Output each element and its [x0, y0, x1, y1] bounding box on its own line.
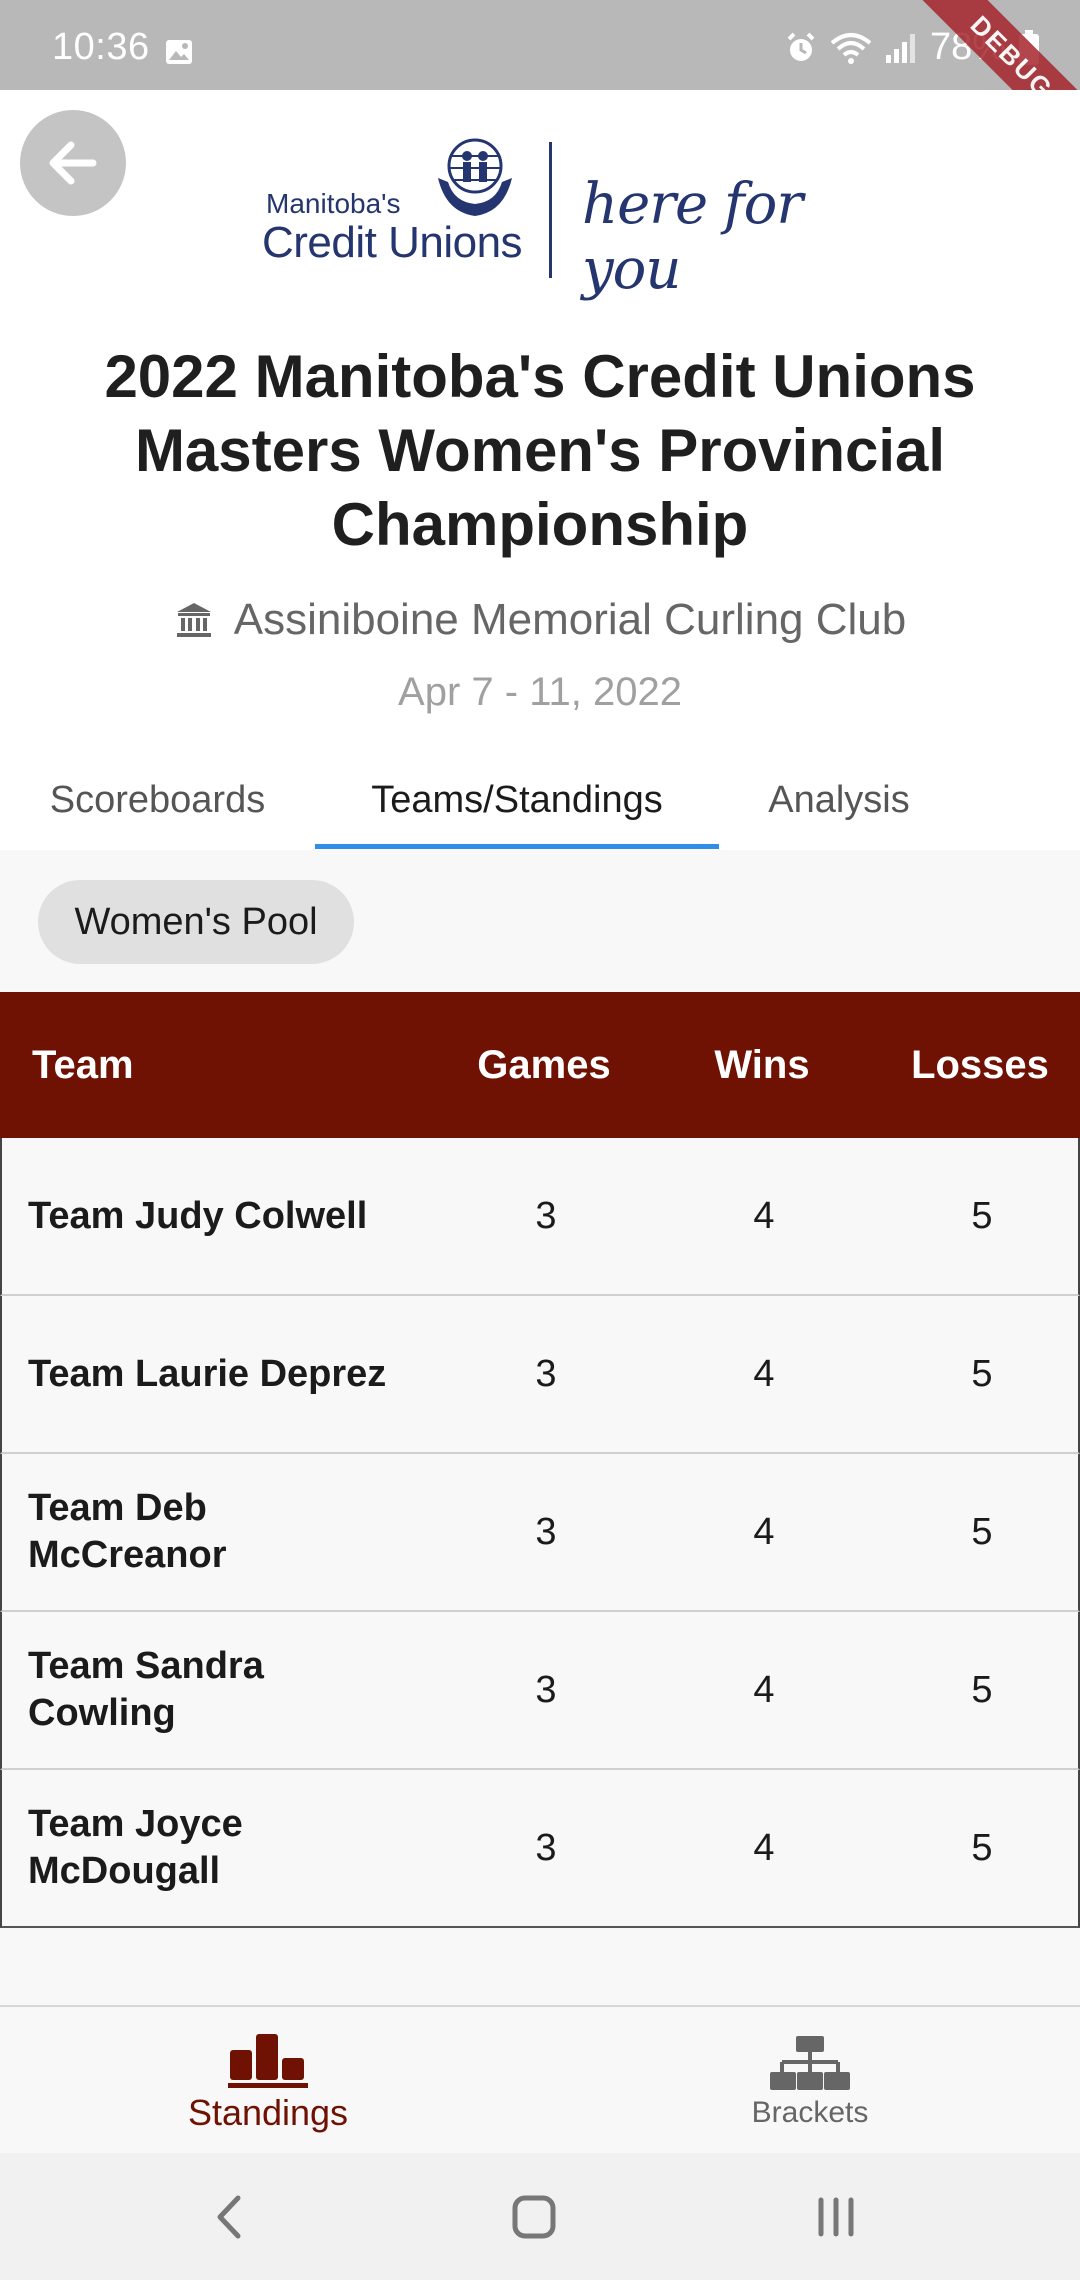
- system-recents-button[interactable]: [796, 2179, 876, 2255]
- logo-small-text: Manitoba's: [266, 188, 401, 219]
- credit-union-hands-icon: [438, 138, 512, 216]
- event-header: Manitoba's Credit Unions here for you 20…: [0, 90, 1080, 850]
- logo-main-text: Credit Unions: [262, 218, 523, 267]
- pool-filter-chip[interactable]: Women's Pool: [38, 880, 354, 964]
- tab-bar: Scoreboards Teams/Standings Analysis: [0, 750, 1080, 850]
- back-button[interactable]: [20, 110, 126, 216]
- games-value: 3: [535, 1510, 557, 1553]
- column-header-team: Team: [32, 1042, 134, 1087]
- team-name: Team Deb McCreanor: [28, 1487, 227, 1576]
- status-time: 10:36: [52, 26, 150, 68]
- system-back-button[interactable]: [190, 2179, 270, 2255]
- chevron-left-icon: [217, 2195, 241, 2239]
- status-bar: 10:36 78% DEBUG: [0, 0, 1080, 166]
- team-name: Team Sandra Cowling: [28, 1645, 264, 1734]
- table-row[interactable]: Team Judy Colwell 3 4 5: [0, 1138, 1080, 1296]
- games-value: 3: [535, 1352, 557, 1395]
- wifi-icon: [830, 32, 872, 64]
- table-row[interactable]: Team Deb McCreanor 3 4 5: [0, 1454, 1080, 1612]
- losses-value: 5: [971, 1194, 993, 1237]
- logo-tagline: here for you: [582, 172, 803, 302]
- wins-value: 4: [753, 1194, 775, 1237]
- table-header: Team Games Wins Losses: [0, 992, 1080, 1138]
- team-name: Team Judy Colwell: [28, 1194, 368, 1237]
- podium-icon: [228, 2034, 308, 2088]
- standings-table: Team Games Wins Losses Team Judy Colwell…: [0, 992, 1080, 1928]
- building-icon: [176, 603, 211, 637]
- bottom-nav: Standings Brackets: [0, 2005, 1080, 2153]
- nav-label-standings: Standings: [187, 2092, 349, 2133]
- wins-value: 4: [753, 1352, 775, 1395]
- games-value: 3: [535, 1194, 557, 1237]
- page-title: 2022 Manitoba's Credit Unions Masters Wo…: [104, 343, 976, 558]
- games-value: 3: [535, 1668, 557, 1711]
- losses-value: 5: [971, 1826, 993, 1869]
- signal-icon: [885, 33, 915, 63]
- losses-value: 5: [971, 1352, 993, 1395]
- recent-apps-icon: [818, 2197, 854, 2237]
- losses-value: 5: [971, 1668, 993, 1711]
- tab-analysis[interactable]: Analysis: [719, 750, 959, 850]
- table-row[interactable]: Team Joyce McDougall 3 4 5: [0, 1770, 1080, 1928]
- bracket-tree-icon: [770, 2036, 850, 2090]
- alarm-icon: [787, 32, 815, 61]
- nav-label-brackets: Brackets: [751, 2096, 869, 2129]
- logo-divider: [549, 142, 552, 278]
- system-nav-bar: [0, 2153, 1080, 2280]
- arrow-left-icon: [49, 141, 97, 185]
- games-value: 3: [535, 1826, 557, 1869]
- table-row[interactable]: Team Laurie Deprez 3 4 5: [0, 1296, 1080, 1454]
- home-square-icon: [512, 2195, 556, 2239]
- wins-value: 4: [753, 1826, 775, 1869]
- venue-row: Assiniboine Memorial Curling Club: [0, 595, 1080, 645]
- wins-value: 4: [753, 1668, 775, 1711]
- team-name: Team Joyce McDougall: [28, 1803, 243, 1892]
- sponsor-logo: Manitoba's Credit Unions here for you: [262, 138, 822, 302]
- event-dates: Apr 7 - 11, 2022: [398, 670, 682, 714]
- team-name: Team Laurie Deprez: [28, 1352, 387, 1395]
- venue-name: Assiniboine Memorial Curling Club: [233, 595, 907, 644]
- nav-brackets[interactable]: Brackets: [660, 2007, 960, 2153]
- column-header-games: Games: [477, 1042, 611, 1087]
- system-home-button[interactable]: [494, 2179, 574, 2255]
- losses-value: 5: [971, 1510, 993, 1553]
- image-icon: [166, 40, 192, 64]
- tab-scoreboards[interactable]: Scoreboards: [0, 750, 315, 850]
- column-header-wins: Wins: [714, 1042, 810, 1087]
- column-header-losses: Losses: [911, 1042, 1049, 1087]
- nav-standings[interactable]: Standings: [118, 2007, 418, 2153]
- active-tab-indicator: [315, 844, 719, 849]
- tab-teams-standings[interactable]: Teams/Standings: [315, 750, 719, 850]
- table-row[interactable]: Team Sandra Cowling 3 4 5: [0, 1612, 1080, 1770]
- wins-value: 4: [753, 1510, 775, 1553]
